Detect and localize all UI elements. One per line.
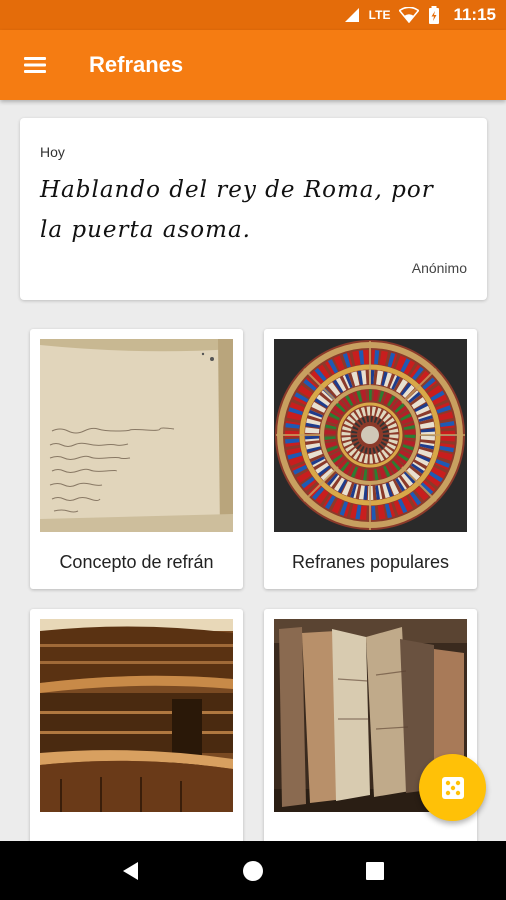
category-card-populares[interactable]: Refranes populares (264, 329, 477, 589)
screen: LTE 11:15 Refranes Hoy Hablando del rey … (0, 0, 506, 900)
app-title: Refranes (89, 52, 184, 77)
category-label: Refranes populares (291, 552, 450, 572)
quote-day-label: Hoy (40, 144, 65, 160)
menu-button[interactable] (0, 30, 70, 100)
recents-square-icon (366, 861, 384, 880)
category-card-concepto[interactable]: Concepto de refrán (30, 329, 243, 589)
nav-recents-button[interactable] (355, 851, 395, 891)
signal-icon (344, 8, 359, 22)
back-triangle-icon (123, 861, 138, 880)
app-bar: Refranes (0, 30, 506, 100)
hamburger-menu-icon (24, 57, 46, 73)
random-refran-button[interactable] (419, 754, 486, 821)
category-card-old-books[interactable] (264, 609, 477, 869)
status-bar: LTE 11:15 (0, 0, 506, 30)
nav-back-button[interactable] (111, 851, 151, 891)
circular-bookshelf-image (274, 339, 467, 532)
network-type-label: LTE (368, 8, 391, 22)
system-nav-bar (0, 841, 506, 900)
category-label: Concepto de refrán (59, 552, 214, 572)
quote-of-the-day-card[interactable]: Hoy Hablando del rey de Roma, por la pue… (20, 118, 487, 300)
library-shelves-image (40, 619, 233, 812)
quote-text: Hablando del rey de Roma, por la puerta … (40, 177, 434, 243)
nav-home-button[interactable] (233, 851, 273, 891)
clock: 11:15 (453, 5, 496, 24)
category-card-library[interactable] (30, 609, 243, 869)
wifi-icon (399, 7, 420, 23)
home-circle-icon (243, 860, 263, 881)
dice-icon (441, 776, 464, 799)
old-manuscript-image (40, 339, 233, 532)
battery-icon (429, 6, 440, 24)
quote-author: Anónimo (411, 260, 467, 276)
